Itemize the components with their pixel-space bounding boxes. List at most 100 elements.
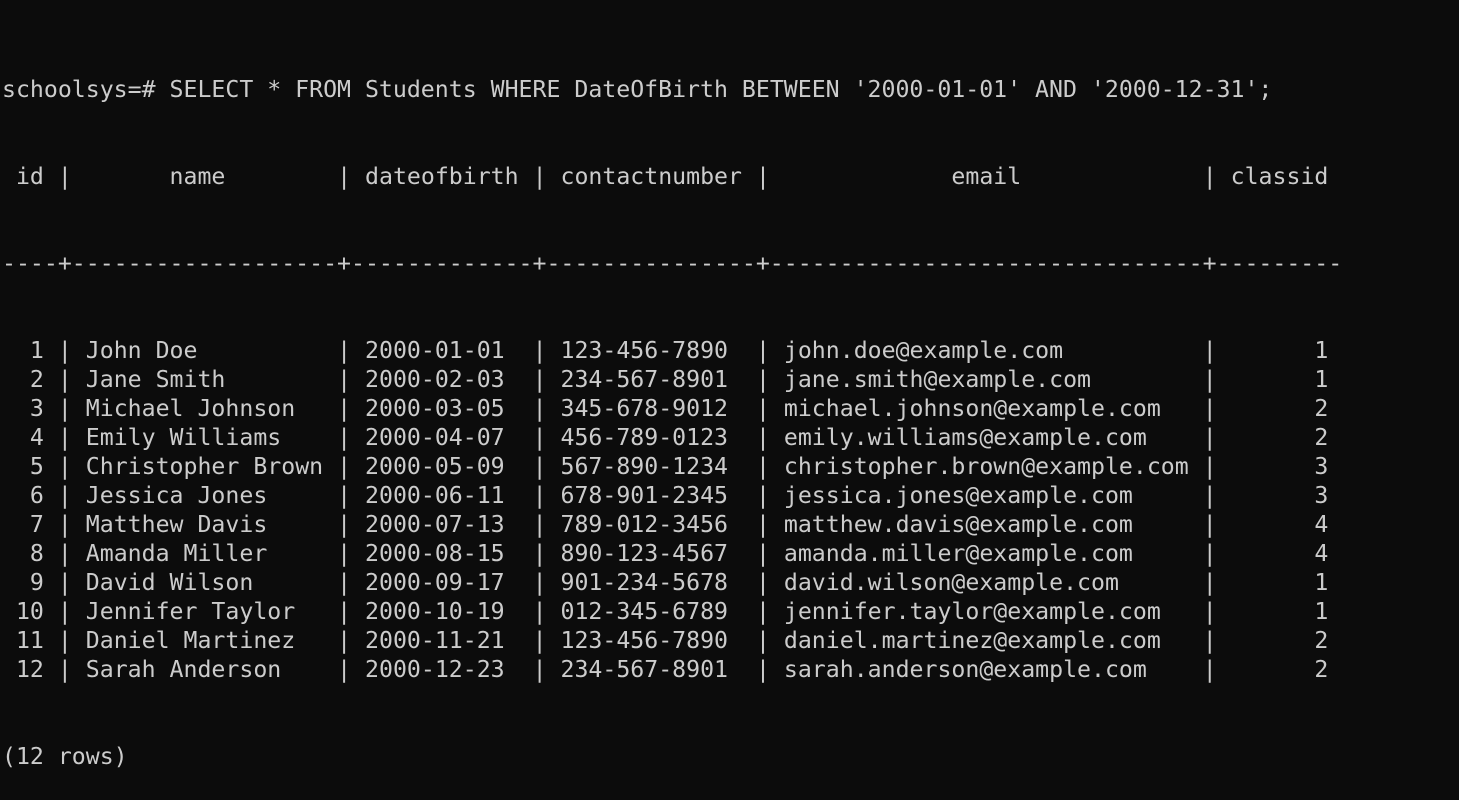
cell-padding — [1217, 569, 1231, 596]
cell-padding — [770, 627, 784, 654]
column-separator: | — [57, 511, 72, 538]
cell-name: Emily Williams — [85, 424, 324, 451]
cell-email: matthew.davis@example.com — [783, 511, 1189, 538]
column-separator: | — [57, 540, 72, 567]
cell-padding — [742, 569, 756, 596]
cell-padding — [44, 656, 58, 683]
cell-padding — [742, 540, 756, 567]
cell-padding — [323, 337, 337, 364]
cell-padding — [72, 627, 86, 654]
cell-padding — [44, 482, 58, 509]
column-separator: | — [755, 163, 770, 190]
cell-padding — [1189, 627, 1203, 654]
cell-padding — [1217, 163, 1231, 190]
table-row: 3 | Michael Johnson | 2000-03-05 | 345-6… — [2, 394, 1342, 423]
cell-padding — [547, 453, 561, 480]
cell-email: john.doe@example.com — [783, 337, 1189, 364]
cell-padding — [519, 395, 533, 422]
cell-padding — [72, 482, 86, 509]
cell-name: Matthew Davis — [85, 511, 324, 538]
sql-command: SELECT * FROM Students WHERE DateOfBirth… — [169, 76, 1273, 103]
column-separator: | — [755, 511, 770, 538]
cell-padding — [770, 569, 784, 596]
cell-name: Amanda Miller — [85, 540, 324, 567]
table-row: 12 | Sarah Anderson | 2000-12-23 | 234-5… — [2, 655, 1342, 684]
cell-padding — [547, 540, 561, 567]
cell-dateofbirth: 2000-10-19 — [365, 598, 519, 625]
column-separator: | — [1202, 627, 1217, 654]
cell-classid: 1 — [1230, 598, 1329, 625]
cell-padding — [323, 540, 337, 567]
cell-contactnumber: 890-123-4567 — [560, 540, 742, 567]
column-separator: | — [337, 163, 352, 190]
cell-padding — [1189, 163, 1203, 190]
result-rows: 1 | John Doe | 2000-01-01 | 123-456-7890… — [2, 336, 1342, 684]
column-header-id: id — [15, 163, 44, 190]
cell-name: David Wilson — [85, 569, 324, 596]
column-header-dateofbirth: dateofbirth — [365, 163, 519, 190]
cell-padding — [770, 424, 784, 451]
cell-padding — [44, 366, 58, 393]
cell-padding — [44, 453, 58, 480]
cell-padding — [44, 598, 58, 625]
cell-padding — [1217, 598, 1231, 625]
column-separator: | — [755, 627, 770, 654]
terminal-output[interactable]: schoolsys=# SELECT * FROM Students WHERE… — [2, 17, 1342, 800]
cell-classid: 4 — [1230, 540, 1329, 567]
cell-contactnumber: 123-456-7890 — [560, 627, 742, 654]
cell-padding — [1217, 337, 1231, 364]
cell-padding — [547, 395, 561, 422]
column-separator: | — [57, 395, 72, 422]
cell-classid: 2 — [1230, 395, 1329, 422]
cell-padding — [2, 337, 16, 364]
table-row: 7 | Matthew Davis | 2000-07-13 | 789-012… — [2, 510, 1342, 539]
cell-padding — [2, 163, 16, 190]
cell-padding — [72, 395, 86, 422]
cell-padding — [351, 482, 365, 509]
table-row: 10 | Jennifer Taylor | 2000-10-19 | 012-… — [2, 597, 1342, 626]
cell-padding — [519, 424, 533, 451]
cell-email: jennifer.taylor@example.com — [783, 598, 1189, 625]
cell-dateofbirth: 2000-02-03 — [365, 366, 519, 393]
column-separator: | — [337, 337, 352, 364]
cell-dateofbirth: 2000-07-13 — [365, 511, 519, 538]
column-separator: | — [337, 511, 352, 538]
cell-dateofbirth: 2000-09-17 — [365, 569, 519, 596]
cell-padding — [547, 511, 561, 538]
column-separator: | — [532, 337, 547, 364]
cell-padding — [1189, 598, 1203, 625]
cell-padding — [770, 540, 784, 567]
cell-padding — [1217, 366, 1231, 393]
cell-padding — [2, 627, 16, 654]
table-separator: ----+-------------------+-------------+-… — [2, 250, 1343, 277]
cell-padding — [351, 627, 365, 654]
cell-dateofbirth: 2000-08-15 — [365, 540, 519, 567]
cell-email: jessica.jones@example.com — [783, 482, 1189, 509]
column-separator: | — [1202, 540, 1217, 567]
cell-contactnumber: 012-345-6789 — [560, 598, 742, 625]
cell-padding — [770, 656, 784, 683]
cell-dateofbirth: 2000-11-21 — [365, 627, 519, 654]
column-separator: | — [337, 424, 352, 451]
column-separator: | — [1202, 366, 1217, 393]
column-separator: | — [755, 540, 770, 567]
cell-padding — [547, 482, 561, 509]
cell-name: John Doe — [85, 337, 324, 364]
cell-id: 12 — [15, 656, 44, 683]
column-separator: | — [755, 424, 770, 451]
cell-padding — [1217, 540, 1231, 567]
cell-padding — [770, 337, 784, 364]
column-separator: | — [755, 569, 770, 596]
cell-padding — [44, 424, 58, 451]
cell-name: Christopher Brown — [85, 453, 324, 480]
cell-padding — [72, 569, 86, 596]
cell-classid: 1 — [1230, 569, 1329, 596]
cell-id: 5 — [15, 453, 44, 480]
column-separator: | — [1202, 511, 1217, 538]
cell-id: 9 — [15, 569, 44, 596]
cell-padding — [44, 540, 58, 567]
column-separator: | — [337, 627, 352, 654]
cell-id: 10 — [15, 598, 44, 625]
cell-padding — [519, 598, 533, 625]
table-header-row: id | name | dateofbirth | contactnumber … — [2, 162, 1342, 191]
